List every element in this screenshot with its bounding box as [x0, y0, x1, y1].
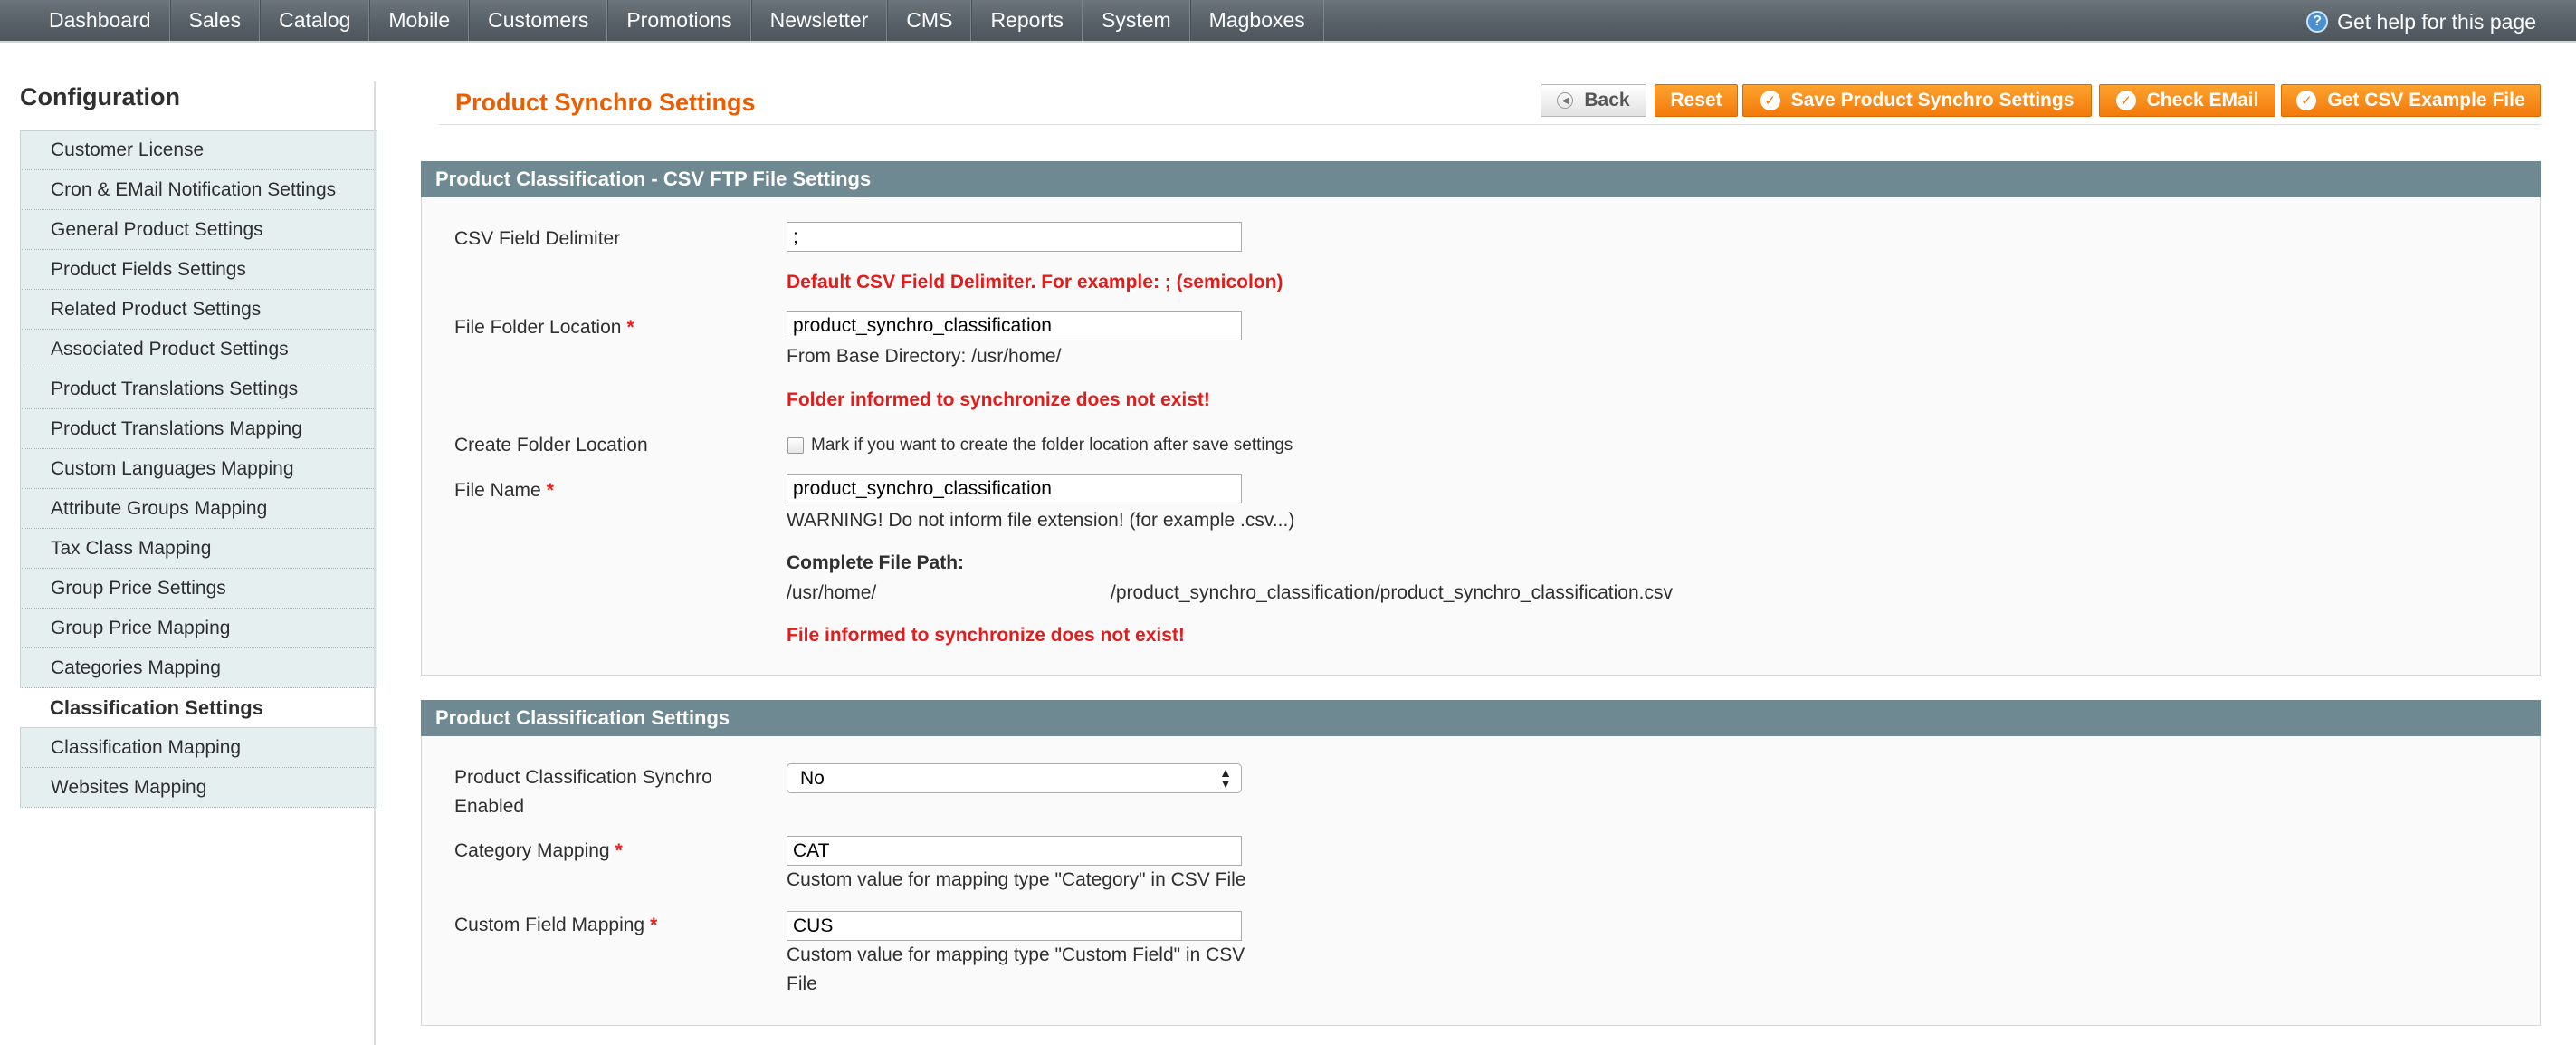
nav-mobile[interactable]: Mobile — [369, 0, 470, 41]
required-mark: * — [615, 840, 623, 861]
file-warning: File informed to synchronize does not ex… — [787, 625, 1185, 646]
nav-newsletter[interactable]: Newsletter — [750, 0, 888, 41]
check-circle-icon: ✓ — [2296, 91, 2317, 110]
file-name-input[interactable] — [787, 474, 1242, 503]
nav-magboxes[interactable]: Magboxes — [1189, 0, 1324, 41]
get-csv-example-button[interactable]: ✓ Get CSV Example File — [2281, 84, 2541, 117]
synchro-enabled-label: Product Classification Synchro — [454, 767, 712, 788]
sidebar-item-categories-mapping[interactable]: Categories Mapping — [20, 648, 377, 688]
sidebar-item-customer-license[interactable]: Customer License — [20, 130, 377, 170]
title-divider — [439, 124, 2541, 125]
section-header-csv-ftp[interactable]: Product Classification - CSV FTP File Se… — [421, 161, 2541, 197]
synchro-enabled-value: No — [800, 767, 825, 789]
save-settings-button[interactable]: ✓ Save Product Synchro Settings — [1742, 84, 2092, 117]
folder-location-label-text: File Folder Location — [454, 317, 622, 338]
check-email-button[interactable]: ✓ Check EMail — [2099, 84, 2275, 117]
custom-field-mapping-input[interactable] — [787, 911, 1242, 941]
sidebar-item-translations-settings[interactable]: Product Translations Settings — [20, 369, 377, 409]
sidebar-item-related-product[interactable]: Related Product Settings — [20, 290, 377, 330]
sidebar-item-general-product[interactable]: General Product Settings — [20, 210, 377, 250]
help-link[interactable]: ? Get help for this page — [2306, 0, 2536, 43]
sidebar-item-classification-settings[interactable]: Classification Settings — [20, 688, 377, 728]
help-icon: ? — [2306, 11, 2329, 33]
synchro-enabled-label-line2: Enabled — [454, 796, 525, 817]
sidebar-item-tax-class[interactable]: Tax Class Mapping — [20, 529, 377, 569]
file-name-label-text: File Name — [454, 480, 541, 501]
back-arrow-icon: ◀ — [1557, 92, 1574, 109]
sidebar-item-attribute-groups[interactable]: Attribute Groups Mapping — [20, 489, 377, 529]
category-mapping-input[interactable] — [787, 836, 1242, 866]
reset-button-label: Reset — [1670, 90, 1722, 110]
section-header-classification[interactable]: Product Classification Settings — [421, 700, 2541, 736]
sidebar-divider — [374, 81, 376, 1045]
sidebar-item-websites-mapping[interactable]: Websites Mapping — [20, 768, 377, 808]
required-mark: * — [546, 480, 554, 501]
sidebar-menu: Customer License Cron & EMail Notificati… — [20, 130, 377, 808]
sidebar-item-group-price-mapping[interactable]: Group Price Mapping — [20, 609, 377, 648]
nav-promotions[interactable]: Promotions — [607, 0, 751, 41]
required-mark: * — [650, 915, 658, 935]
custom-field-mapping-label-text: Custom Field Mapping — [454, 915, 645, 935]
nav-customers[interactable]: Customers — [469, 0, 608, 41]
sidebar-item-product-fields[interactable]: Product Fields Settings — [20, 250, 377, 290]
folder-location-label: File Folder Location * — [454, 313, 634, 342]
complete-path-base: /usr/home/ — [787, 582, 877, 603]
folder-location-input[interactable] — [787, 311, 1242, 340]
complete-path-label: Complete File Path: — [787, 552, 965, 573]
reset-button[interactable]: Reset — [1655, 84, 1738, 117]
sidebar-item-cron-email[interactable]: Cron & EMail Notification Settings — [20, 170, 377, 210]
nav-cms[interactable]: CMS — [887, 0, 972, 41]
custom-field-mapping-note: Custom value for mapping type "Custom Fi… — [787, 944, 1245, 965]
file-name-note: WARNING! Do not inform file extension! (… — [787, 510, 1295, 531]
nav-sales[interactable]: Sales — [169, 0, 261, 41]
file-name-label: File Name * — [454, 476, 554, 505]
create-folder-label: Create Folder Location — [454, 435, 648, 455]
page-title: Product Synchro Settings — [455, 89, 756, 116]
sidebar-item-classification-mapping[interactable]: Classification Mapping — [20, 728, 377, 768]
select-arrows-icon: ▲ ▼ — [1219, 765, 1232, 791]
nav-menu: Dashboard Sales Catalog Mobile Customers… — [31, 0, 1324, 41]
nav-system[interactable]: System — [1082, 0, 1190, 41]
nav-catalog[interactable]: Catalog — [260, 0, 370, 41]
folder-location-note: From Base Directory: /usr/home/ — [787, 346, 1062, 367]
create-folder-note: Mark if you want to create the folder lo… — [811, 436, 1293, 455]
category-mapping-label-text: Category Mapping — [454, 840, 610, 861]
check-email-button-label: Check EMail — [2146, 90, 2259, 110]
folder-warning: Folder informed to synchronize does not … — [787, 389, 1210, 410]
delimiter-input[interactable] — [787, 222, 1242, 252]
complete-path-value: /product_synchro_classification/product_… — [1111, 582, 1673, 603]
synchro-enabled-select[interactable]: No ▲ ▼ — [787, 763, 1242, 793]
sidebar-item-associated-product[interactable]: Associated Product Settings — [20, 330, 377, 369]
category-mapping-note: Custom value for mapping type "Category"… — [787, 869, 1246, 890]
get-csv-example-button-label: Get CSV Example File — [2327, 90, 2525, 110]
required-mark: * — [626, 317, 634, 338]
check-circle-icon: ✓ — [1760, 91, 1780, 110]
sidebar-item-custom-languages[interactable]: Custom Languages Mapping — [20, 449, 377, 489]
save-settings-button-label: Save Product Synchro Settings — [1790, 90, 2075, 110]
delimiter-label: CSV Field Delimiter — [454, 228, 621, 249]
sidebar-item-translations-mapping[interactable]: Product Translations Mapping — [20, 409, 377, 449]
sidebar-title: Configuration — [20, 83, 180, 110]
category-mapping-label: Category Mapping * — [454, 837, 623, 866]
back-button-label: Back — [1584, 90, 1630, 110]
back-button[interactable]: ◀ Back — [1541, 84, 1646, 117]
nav-dashboard[interactable]: Dashboard — [31, 0, 170, 41]
check-circle-icon: ✓ — [2115, 91, 2136, 110]
top-nav: Dashboard Sales Catalog Mobile Customers… — [0, 0, 2576, 43]
nav-reports[interactable]: Reports — [971, 0, 1083, 41]
sidebar-item-group-price-settings[interactable]: Group Price Settings — [20, 569, 377, 609]
delimiter-note: Default CSV Field Delimiter. For example… — [787, 272, 1283, 292]
help-label: Get help for this page — [2337, 9, 2536, 34]
custom-field-mapping-note-line2: File — [787, 973, 817, 994]
create-folder-checkbox[interactable] — [787, 437, 804, 454]
section-body-classification — [421, 736, 2541, 1026]
custom-field-mapping-label: Custom Field Mapping * — [454, 911, 657, 940]
